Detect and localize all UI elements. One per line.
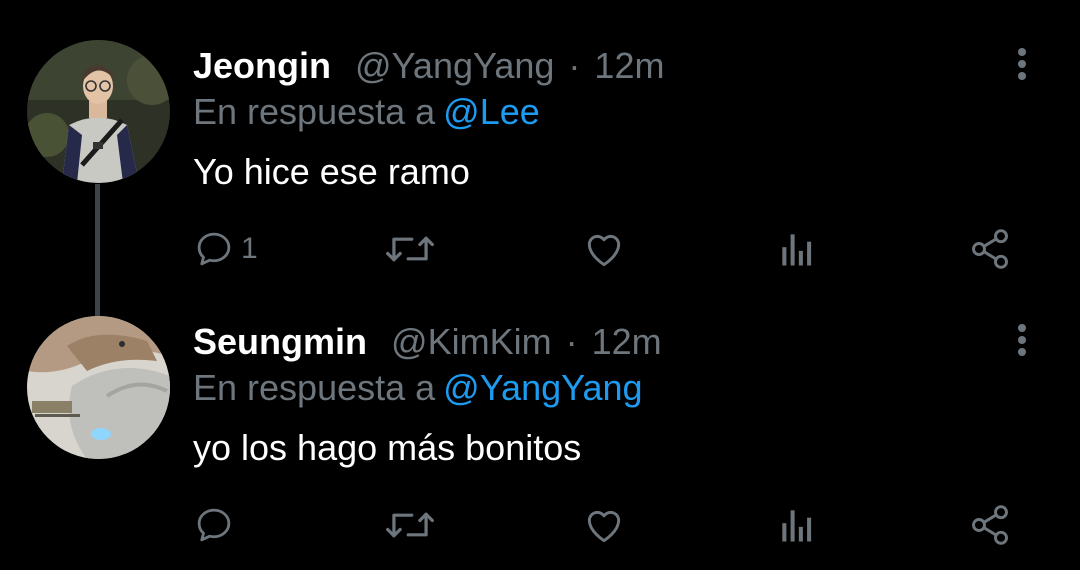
reply-context: En respuesta a @YangYang [193, 364, 643, 412]
reply-mention-link[interactable]: @Lee [443, 91, 540, 132]
share-icon [972, 229, 1008, 269]
retweet-button[interactable] [385, 224, 435, 274]
reply-icon [197, 508, 231, 542]
analytics-icon [782, 234, 812, 266]
tweet-text: Yo hice ese ramo [193, 151, 470, 192]
tweet-actions: 1 [0, 224, 1080, 274]
more-icon [1018, 48, 1026, 80]
display-name[interactable]: Seungmin [193, 321, 367, 362]
reply-icon [197, 232, 231, 266]
analytics-button[interactable] [778, 224, 816, 274]
retweet-icon [386, 512, 434, 538]
display-name[interactable]: Jeongin [193, 45, 331, 86]
analytics-button[interactable] [778, 500, 816, 550]
tweet-text: yo los hago más bonitos [193, 427, 582, 468]
retweet-icon [386, 236, 434, 262]
tweet-actions [0, 500, 1080, 550]
avatar[interactable] [27, 40, 170, 183]
user-handle[interactable]: @YangYang [355, 45, 554, 86]
separator-dot: · [568, 45, 581, 86]
separator-dot: · [565, 321, 578, 362]
more-options-button[interactable] [1008, 320, 1036, 360]
more-icon [1018, 324, 1026, 356]
share-button[interactable] [968, 500, 1012, 550]
more-options-button[interactable] [1008, 44, 1036, 84]
reply-count: 1 [241, 232, 258, 265]
reply-button[interactable]: 1 [193, 224, 258, 274]
reply-mention-link[interactable]: @YangYang [443, 367, 642, 408]
share-icon [972, 505, 1008, 545]
user-handle[interactable]: @KimKim [391, 321, 552, 362]
heart-icon [587, 234, 621, 267]
timestamp[interactable]: 12m [594, 45, 664, 86]
reply-prefix: En respuesta a [193, 91, 436, 132]
reply-button[interactable] [193, 500, 241, 550]
retweet-button[interactable] [385, 500, 435, 550]
like-button[interactable] [582, 224, 626, 274]
reply-context: En respuesta a @Lee [193, 88, 540, 136]
reply-prefix: En respuesta a [193, 367, 436, 408]
heart-icon [587, 510, 621, 543]
timestamp[interactable]: 12m [592, 321, 662, 362]
tweet-1[interactable]: Jeongin @YangYang · 12m En respuesta a @L… [0, 0, 1080, 290]
share-button[interactable] [968, 224, 1012, 274]
tweet-header: Seungmin @KimKim · 12m [193, 318, 662, 366]
like-button[interactable] [582, 500, 626, 550]
avatar[interactable] [27, 316, 170, 459]
analytics-icon [782, 510, 812, 542]
tweet-header: Jeongin @YangYang · 12m [193, 42, 664, 90]
tweet-2[interactable]: Seungmin @KimKim · 12m En respuesta a @Ya… [0, 290, 1080, 570]
